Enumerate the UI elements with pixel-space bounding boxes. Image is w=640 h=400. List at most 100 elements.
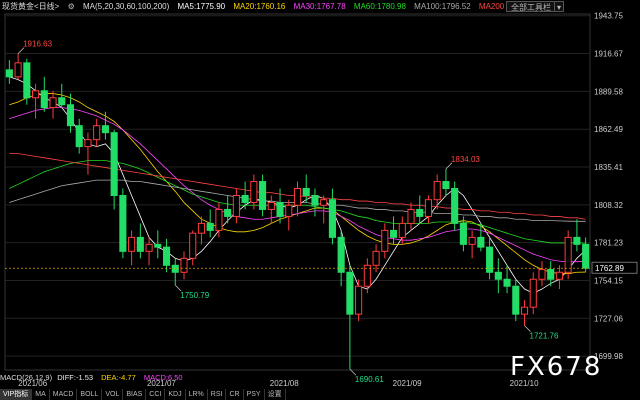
low-annotation: 1690.61 xyxy=(355,375,384,384)
candle-body xyxy=(40,90,48,109)
tab-3[interactable]: BOLL xyxy=(77,389,103,400)
high-annotation: 1834.03 xyxy=(451,155,480,164)
candle-body xyxy=(84,139,92,148)
candle-body xyxy=(302,188,310,196)
candle-body xyxy=(197,222,206,234)
candle-body xyxy=(328,199,336,238)
candle-body xyxy=(180,257,188,273)
candle-body xyxy=(293,188,302,206)
x-tick-label: 2021/08 xyxy=(270,379,299,388)
candle-body xyxy=(14,62,22,78)
candle-body xyxy=(58,97,66,106)
candle-body xyxy=(66,104,75,127)
tab-10[interactable]: CR xyxy=(226,389,244,400)
candle-body xyxy=(206,222,214,231)
candle-body xyxy=(372,250,380,266)
candle-body xyxy=(442,181,450,190)
candle-body xyxy=(381,229,389,252)
candle-body xyxy=(311,194,319,206)
candle-body xyxy=(101,125,109,134)
candle-body xyxy=(346,271,354,315)
candle-body xyxy=(477,236,485,248)
y-tick-label: 1835.41 xyxy=(594,163,623,172)
candle-body xyxy=(250,181,258,203)
candle-body xyxy=(32,90,40,99)
y-tick-label: 1781.23 xyxy=(594,239,623,248)
y-tick-label: 1943.75 xyxy=(594,12,623,21)
tab-8[interactable]: LR% xyxy=(186,389,208,400)
candle-body xyxy=(564,236,572,273)
candle-body xyxy=(547,268,555,280)
tab-12[interactable]: 设置 xyxy=(265,389,286,400)
candle-body xyxy=(320,199,328,206)
diff-value: DIFF:-1.53 xyxy=(57,373,94,382)
macd-legend: MACD(26,12,9) DIFF:-1.53 DEA:-4.77 MACD:… xyxy=(0,373,183,382)
candle-body xyxy=(276,201,284,217)
candle-body xyxy=(259,181,267,210)
dea-value: DEA:-4.77 xyxy=(101,373,136,382)
y-tick-label: 1808.32 xyxy=(594,201,623,210)
candle-body xyxy=(494,271,502,280)
candle-body xyxy=(110,132,118,196)
candle-body xyxy=(424,199,433,217)
macd-label: MACD(26,12,9) xyxy=(0,373,53,382)
candle-body xyxy=(171,264,179,273)
candlestick-chart: 1943.75 1916.67 1889.58 1862.49 1835.41 1808.… xyxy=(4,12,638,388)
candle-body xyxy=(337,236,345,273)
candle-body xyxy=(398,222,406,238)
candle-body xyxy=(23,62,31,99)
current-price-label: 1762.89 xyxy=(595,264,624,273)
low-annotation: 1721.76 xyxy=(530,332,559,341)
candle-body xyxy=(355,285,363,315)
candle-body xyxy=(267,201,275,210)
candle-body xyxy=(224,208,232,217)
tab-5[interactable]: BIAS xyxy=(123,389,147,400)
tab-4[interactable]: VOL xyxy=(102,389,124,400)
candle-body xyxy=(555,271,563,280)
tab-9[interactable]: RSI xyxy=(208,389,227,400)
candle-body xyxy=(285,204,293,217)
candle-body xyxy=(407,208,415,224)
candle-body xyxy=(128,236,136,252)
x-tick-label: 2021/09 xyxy=(393,379,422,388)
candle-body xyxy=(538,268,546,280)
candle-body xyxy=(5,69,13,78)
candle-body xyxy=(573,236,581,245)
candle-body xyxy=(136,236,144,252)
candle-body xyxy=(520,306,529,315)
y-tick-label: 1916.67 xyxy=(594,50,623,59)
candle-body xyxy=(93,125,101,141)
candle-body xyxy=(529,278,537,308)
y-tick-label: 1727.06 xyxy=(594,314,623,323)
candle-body xyxy=(512,285,520,315)
candle-body xyxy=(49,97,57,109)
candle-body xyxy=(582,243,590,269)
candle-body xyxy=(162,246,171,266)
chart-window: 现货黄金<日线> ⚙ MA(5,20,30,60,100,200) MA5:17… xyxy=(0,0,640,400)
candle-body xyxy=(232,194,240,217)
candle-body xyxy=(154,243,162,248)
candle-body xyxy=(451,188,459,224)
tab-0[interactable]: VIP指标 xyxy=(0,389,33,400)
tab-2[interactable]: MACD xyxy=(50,389,78,400)
low-annotation: 1750.79 xyxy=(180,291,209,300)
tab-6[interactable]: CCI xyxy=(146,389,166,400)
tab-11[interactable]: PSY xyxy=(244,389,265,400)
tab-7[interactable]: KDJ xyxy=(165,389,186,400)
candle-body xyxy=(145,243,153,252)
candle-body xyxy=(241,194,249,203)
y-tick-label: 1862.49 xyxy=(594,125,623,134)
y-tick-label: 1754.15 xyxy=(594,276,623,285)
tab-1[interactable]: MA xyxy=(32,389,50,400)
candle-body xyxy=(189,232,197,259)
candle-body xyxy=(503,278,511,287)
candle-body xyxy=(416,208,424,217)
candle-body xyxy=(119,194,127,252)
candle-body xyxy=(389,229,398,238)
candle-body xyxy=(215,208,223,231)
candle-body xyxy=(75,125,83,148)
candle-body xyxy=(433,181,441,201)
high-annotation: 1916.63 xyxy=(23,40,52,49)
candle-body xyxy=(459,222,467,245)
y-tick-label: 1889.58 xyxy=(594,87,623,96)
